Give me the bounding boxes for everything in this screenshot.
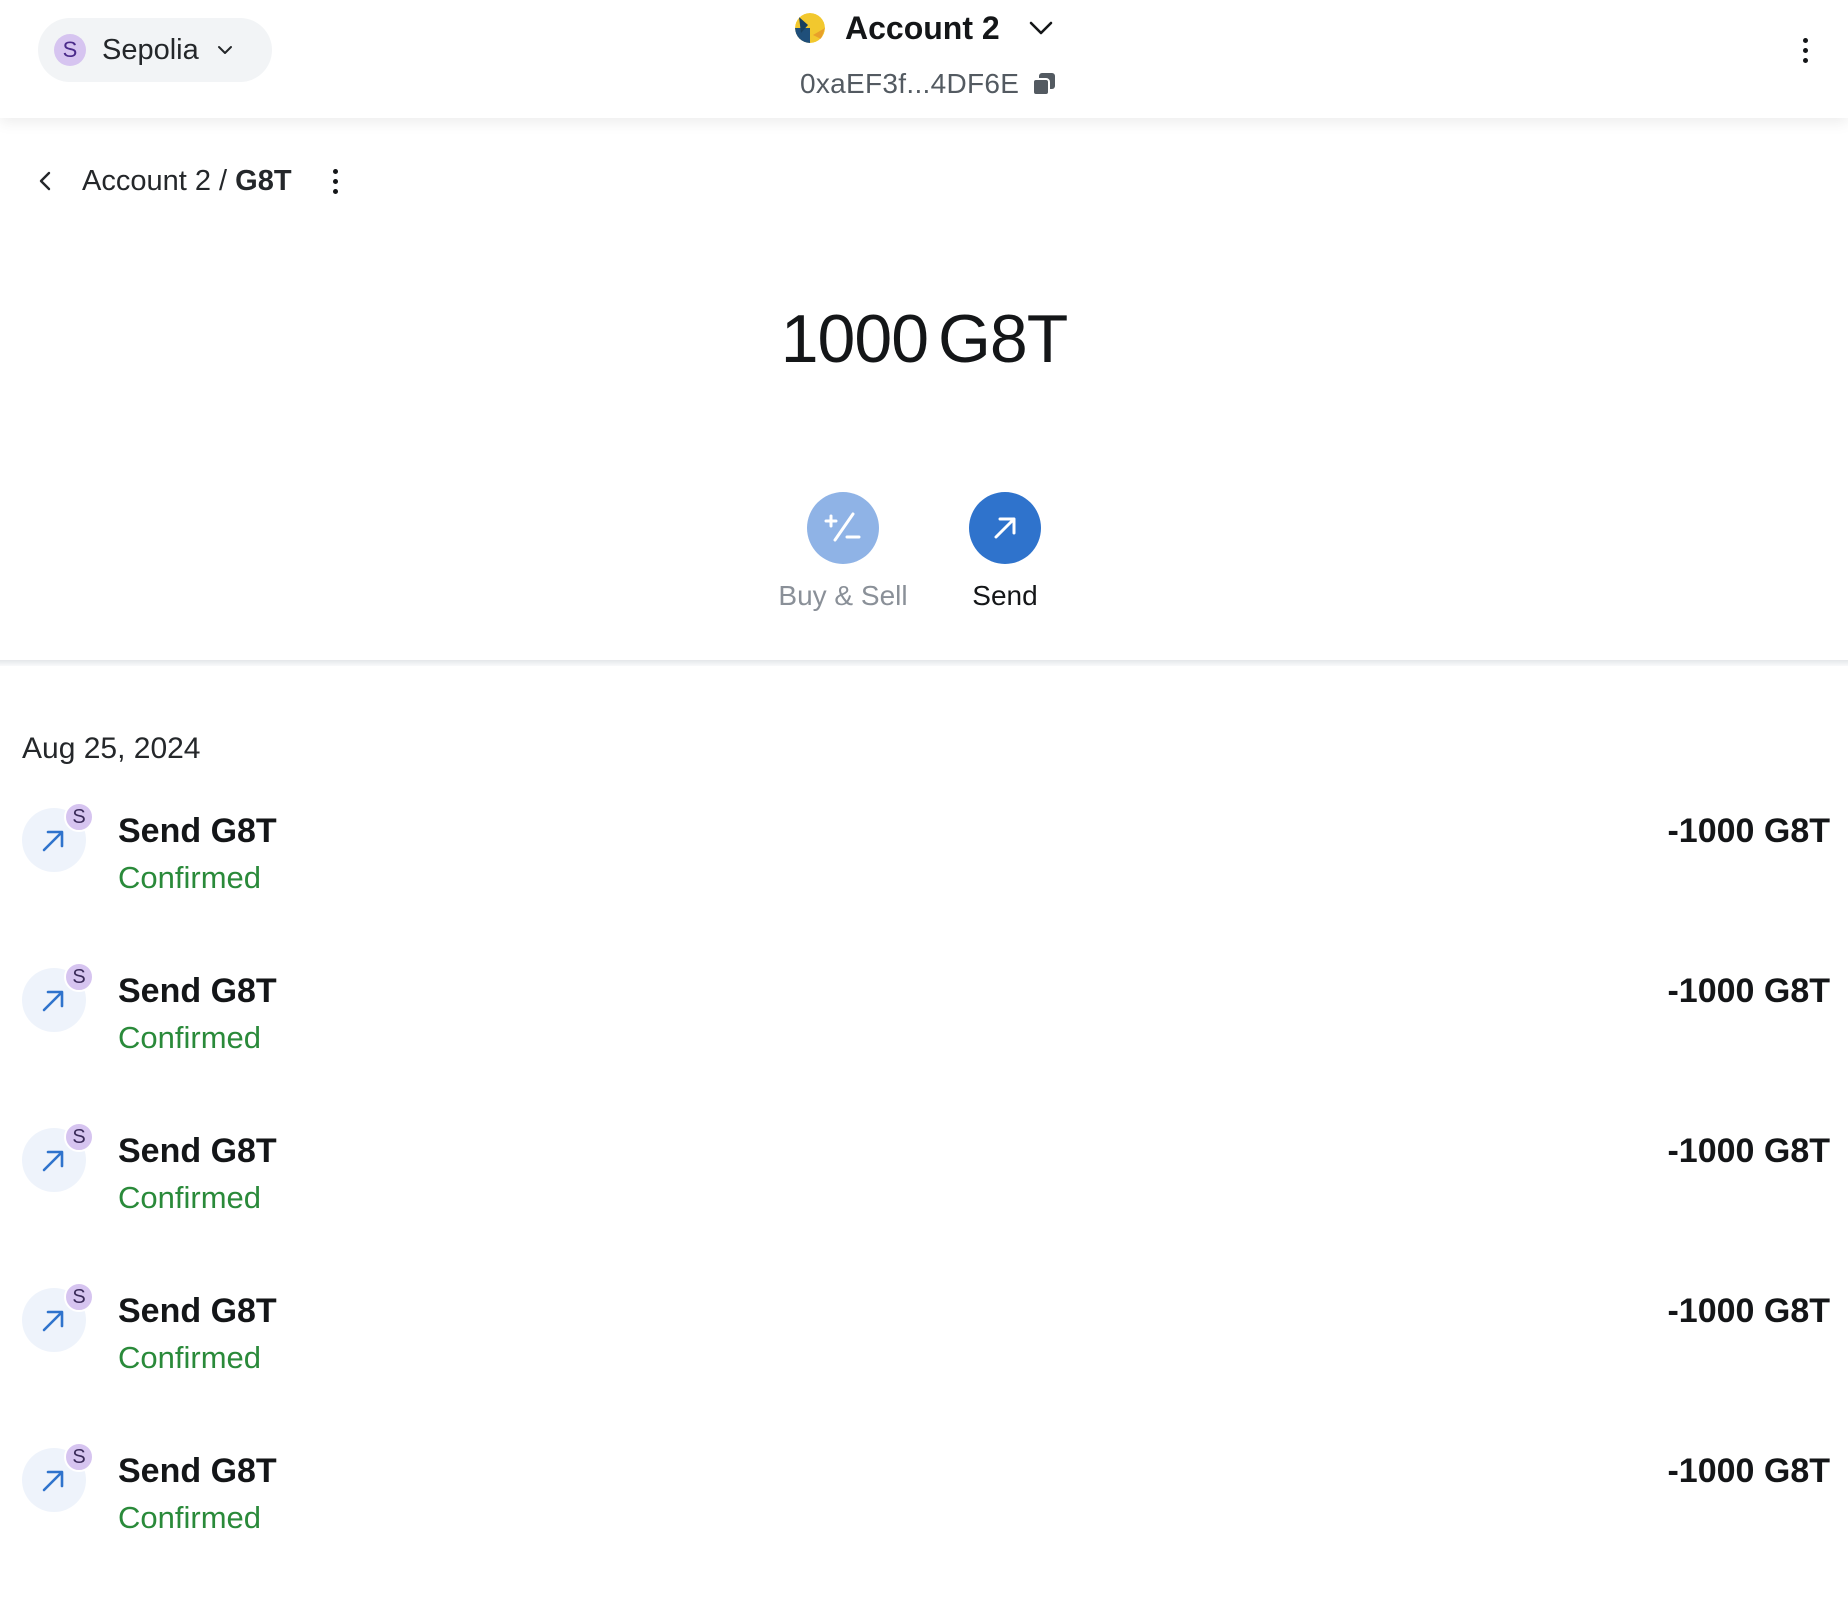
transaction-amount: -1000 G8T: [1667, 1132, 1830, 1170]
more-options-button[interactable]: [1790, 30, 1820, 70]
chevron-left-icon: [39, 171, 51, 191]
transaction-row[interactable]: S Send G8T Confirmed -1000 G8T: [0, 1278, 1848, 1438]
transaction-title: Send G8T: [118, 1132, 277, 1170]
plus-minus-icon: [824, 512, 861, 542]
transaction-status: Confirmed: [118, 1180, 261, 1215]
transaction-status: Confirmed: [118, 860, 261, 895]
transaction-icon: S: [22, 802, 94, 872]
arrow-up-right-icon: [42, 1310, 64, 1332]
transaction-icon: S: [22, 1122, 94, 1192]
transaction-list: S Send G8T Confirmed -1000 G8T S Send G8…: [0, 798, 1848, 1598]
balance-amount: 1000: [780, 301, 929, 377]
account-name: Account 2: [845, 9, 1000, 46]
transaction-amount: -1000 G8T: [1667, 812, 1830, 850]
breadcrumb: Account 2 / G8T: [30, 156, 346, 206]
transaction-status: Confirmed: [118, 1500, 261, 1535]
transaction-status: Confirmed: [118, 1020, 261, 1055]
breadcrumb-account: Account 2: [82, 164, 211, 197]
arrow-up-right-icon: [42, 990, 64, 1012]
network-badge: S: [64, 1442, 94, 1472]
transaction-row[interactable]: S Send G8T Confirmed -1000 G8T: [0, 958, 1848, 1118]
transaction-title: Send G8T: [118, 812, 277, 850]
transaction-icon: S: [22, 1282, 94, 1352]
buy-sell-button[interactable]: Buy & Sell: [773, 492, 913, 612]
buy-sell-circle: [807, 492, 879, 564]
buy-sell-label: Buy & Sell: [778, 580, 908, 611]
network-badge: S: [64, 802, 94, 832]
network-avatar: S: [54, 34, 86, 66]
app-header: S Sepolia Account 2 0xaEF3f...4DF6E: [0, 0, 1848, 118]
token-options-button[interactable]: [326, 163, 346, 199]
transaction-row[interactable]: S Send G8T Confirmed -1000 G8T: [0, 1438, 1848, 1598]
transaction-row[interactable]: S Send G8T Confirmed -1000 G8T: [0, 1118, 1848, 1278]
chevron-down-icon: [1029, 21, 1052, 35]
transaction-icon: S: [22, 962, 94, 1032]
account-address: 0xaEF3f...4DF6E: [800, 68, 1020, 99]
copy-address-button[interactable]: 0xaEF3f...4DF6E: [800, 66, 1057, 102]
network-picker[interactable]: S Sepolia: [38, 18, 272, 82]
back-button[interactable]: [30, 166, 60, 196]
transaction-amount: -1000 G8T: [1667, 1452, 1830, 1490]
transaction-status: Confirmed: [118, 1340, 261, 1375]
network-label: Sepolia: [102, 33, 199, 66]
breadcrumb-text: Account 2 / G8T: [82, 165, 292, 198]
account-avatar-icon: [795, 13, 825, 43]
network-badge: S: [64, 1282, 94, 1312]
chevron-down-icon: [217, 46, 232, 54]
breadcrumb-separator: /: [210, 164, 236, 197]
network-badge: S: [64, 962, 94, 992]
transaction-title: Send G8T: [118, 972, 277, 1010]
arrow-up-right-icon: [42, 1150, 64, 1172]
transaction-amount: -1000 G8T: [1667, 1292, 1830, 1330]
transaction-title: Send G8T: [118, 1452, 277, 1490]
arrow-up-right-icon: [42, 830, 64, 852]
transaction-title: Send G8T: [118, 1292, 277, 1330]
send-button[interactable]: Send: [935, 492, 1075, 612]
transaction-row[interactable]: S Send G8T Confirmed -1000 G8T: [0, 798, 1848, 958]
activity-date-heading: Aug 25, 2024: [22, 732, 201, 765]
breadcrumb-token: G8T: [235, 164, 292, 197]
arrow-up-right-icon: [42, 1470, 64, 1492]
transaction-amount: -1000 G8T: [1667, 972, 1830, 1010]
send-label: Send: [972, 580, 1038, 611]
send-circle: [969, 492, 1041, 564]
copy-icon: [1032, 73, 1056, 96]
section-divider: [0, 660, 1848, 666]
transaction-icon: S: [22, 1442, 94, 1512]
account-picker[interactable]: Account 2: [795, 6, 1054, 50]
network-badge: S: [64, 1122, 94, 1152]
arrow-up-right-icon: [994, 517, 1016, 539]
token-balance: 1000 G8T: [0, 300, 1848, 378]
token-actions: Buy & Sell Send: [0, 492, 1848, 612]
balance-unit: G8T: [938, 301, 1068, 377]
